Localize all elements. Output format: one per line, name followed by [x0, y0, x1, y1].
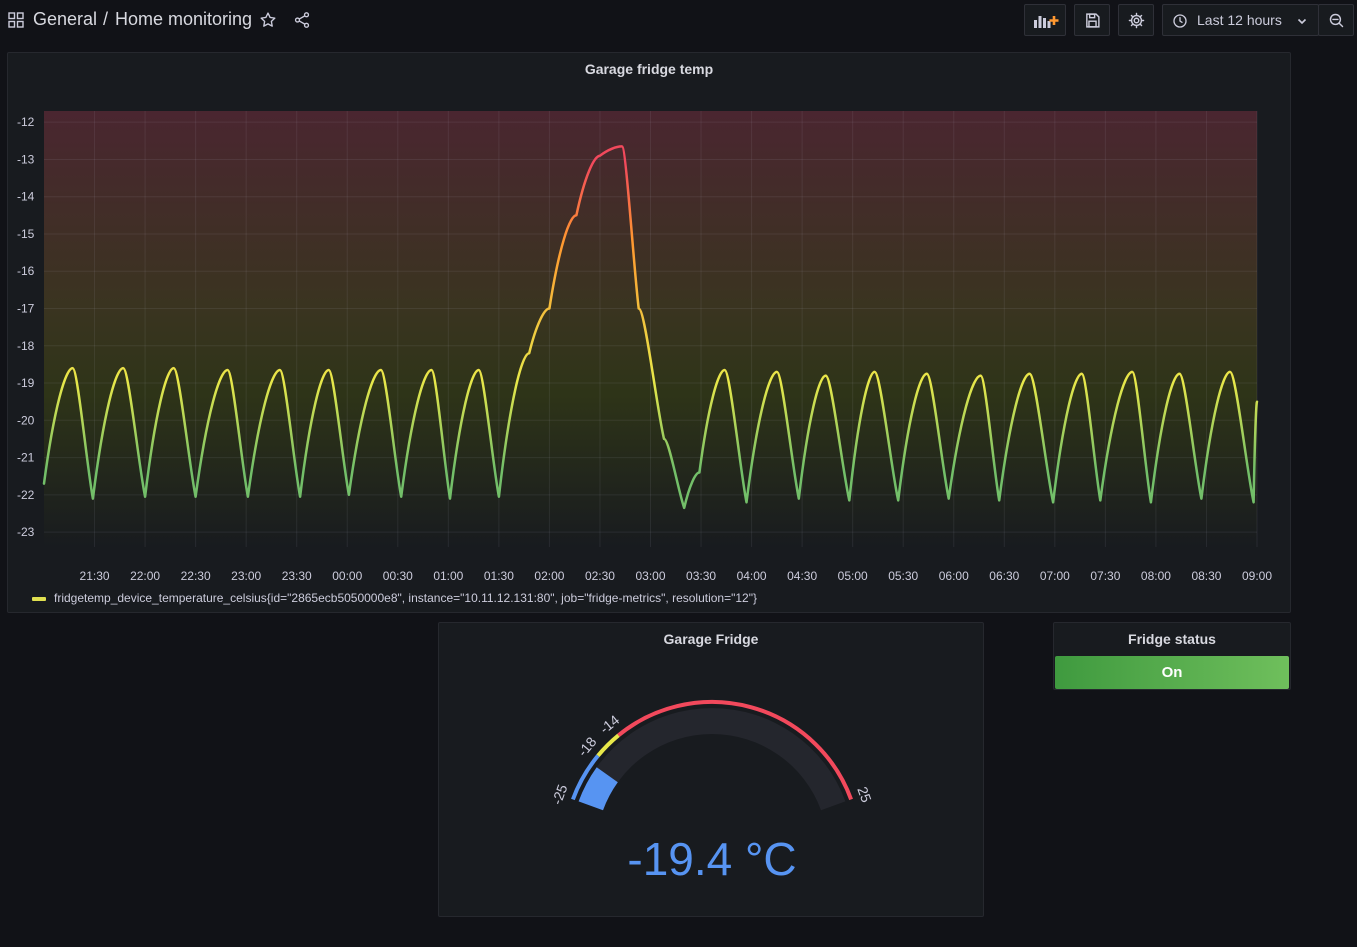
clock-icon [1173, 14, 1187, 28]
x-tick-label: 09:00 [1242, 569, 1272, 583]
save-icon [1086, 13, 1100, 28]
y-tick-label: -17 [17, 302, 35, 316]
gauge-tick-label: -25 [549, 782, 571, 807]
x-tick-label: 07:30 [1090, 569, 1120, 583]
y-tick-label: -22 [17, 488, 35, 502]
x-tick-label: 02:30 [585, 569, 615, 583]
y-tick-label: -16 [17, 264, 35, 278]
y-tick-label: -14 [17, 190, 35, 204]
dashboard-navbar: General / Home monitoring Last 12 hours [0, 0, 1357, 40]
x-tick-label: 01:00 [433, 569, 463, 583]
x-tick-label: 23:30 [282, 569, 312, 583]
chevron-down-icon [1297, 18, 1307, 25]
x-tick-label: 06:30 [989, 569, 1019, 583]
x-tick-label: 03:00 [635, 569, 665, 583]
share-icon[interactable] [293, 11, 311, 29]
gauge-tick-label: 25 [854, 784, 874, 804]
y-tick-label: -23 [17, 525, 35, 539]
add-panel-icon [1034, 16, 1059, 28]
time-range-picker[interactable]: Last 12 hours [1162, 4, 1319, 36]
gear-icon [1128, 12, 1145, 29]
breadcrumb-folder[interactable]: General [33, 9, 97, 30]
legend-series-label: fridgetemp_device_temperature_celsius{id… [54, 591, 757, 605]
dashboard-settings-button[interactable] [1118, 4, 1154, 36]
legend-swatch [32, 597, 46, 601]
x-tick-label: 02:00 [534, 569, 564, 583]
y-tick-label: -21 [17, 451, 35, 465]
y-tick-label: -18 [17, 339, 35, 353]
y-tick-label: -20 [17, 413, 35, 427]
panel-title[interactable]: Fridge status [1054, 631, 1290, 647]
y-tick-label: -15 [17, 227, 35, 241]
y-tick-label: -12 [17, 115, 35, 129]
x-tick-label: 03:30 [686, 569, 716, 583]
x-tick-label: 21:30 [80, 569, 110, 583]
x-tick-label: 22:30 [181, 569, 211, 583]
x-tick-label: 00:00 [332, 569, 362, 583]
time-range-label: Last 12 hours [1197, 12, 1282, 28]
x-tick-label: 08:00 [1141, 569, 1171, 583]
x-tick-label: 07:00 [1040, 569, 1070, 583]
time-series-panel: Garage fridge temp -12 -13 -14 -15 -16 -17 -18… [7, 52, 1291, 613]
x-tick-label: 00:30 [383, 569, 413, 583]
gauge-panel: Garage Fridge -25 -18 -14 25 -19.4 °C [438, 622, 984, 917]
x-tick-label: 04:30 [787, 569, 817, 583]
x-tick-label: 01:30 [484, 569, 514, 583]
temperature-gauge: -25-18-1425-19.4 °C [549, 700, 875, 885]
x-tick-label: 05:00 [838, 569, 868, 583]
temperature-chart: -12 -13 -14 -15 -16 -17 -18 -19 -20 -21 -22 -23 21:3… [17, 111, 1272, 583]
x-tick-label: 04:00 [737, 569, 767, 583]
save-dashboard-button[interactable] [1074, 4, 1110, 36]
stat-panel: Fridge status On [1053, 622, 1291, 690]
y-tick-label: -13 [17, 152, 35, 166]
zoom-out-button[interactable] [1318, 4, 1354, 36]
gauge-value: -19.4 °C [627, 833, 796, 885]
status-badge: On [1055, 656, 1289, 689]
x-tick-label: 23:00 [231, 569, 261, 583]
x-tick-label: 08:30 [1191, 569, 1221, 583]
status-value: On [1161, 664, 1183, 681]
dashboard-grid-icon[interactable] [8, 12, 24, 28]
breadcrumb-separator: / [103, 9, 109, 29]
zoom-out-icon [1329, 13, 1344, 28]
add-panel-button[interactable] [1024, 4, 1066, 36]
x-tick-label: 22:00 [130, 569, 160, 583]
star-icon[interactable] [259, 11, 277, 29]
y-tick-label: -19 [17, 376, 35, 390]
page-title[interactable]: Home monitoring [115, 9, 252, 30]
x-tick-label: 05:30 [888, 569, 918, 583]
x-tick-label: 06:00 [939, 569, 969, 583]
